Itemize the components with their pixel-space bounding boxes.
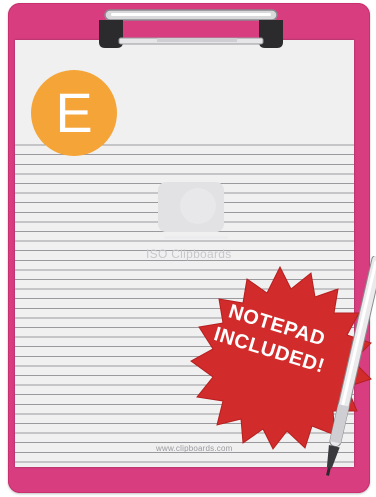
watermark-text: ISO Clipboards (146, 247, 232, 261)
pen-icon (326, 256, 376, 476)
category-badge-letter: E (55, 81, 93, 144)
clip-icon (99, 9, 283, 48)
